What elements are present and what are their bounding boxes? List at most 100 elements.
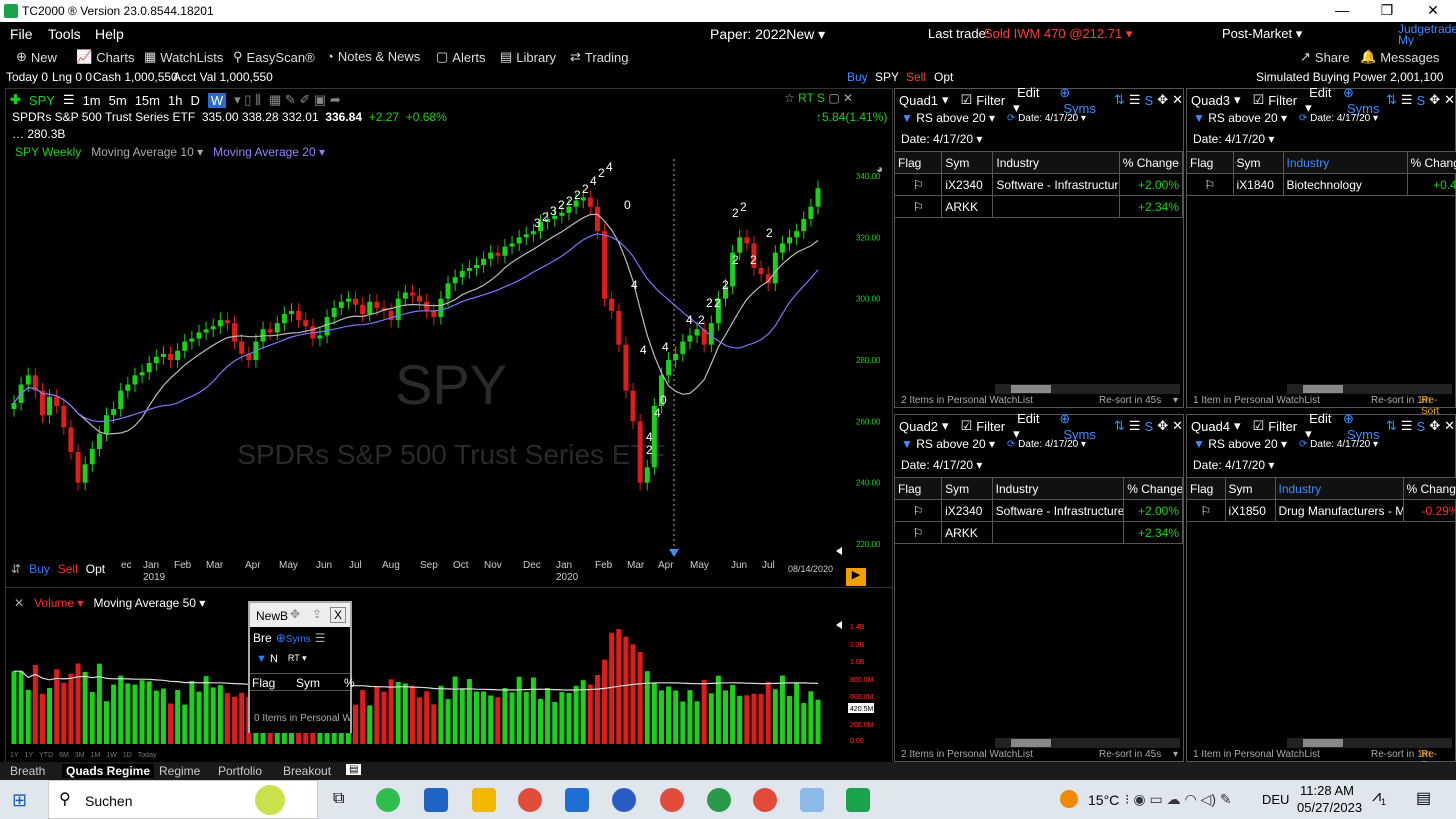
range-button[interactable]: YTD (39, 752, 53, 759)
close-icon[interactable]: ✕ (1444, 92, 1455, 108)
ma20-label[interactable]: Moving Average 20 ▾ (213, 145, 325, 159)
resort-timer[interactable]: Re-sort in 45s (1099, 749, 1161, 760)
tab-portfolio[interactable]: Portfolio (218, 764, 262, 778)
weather-icon[interactable] (1060, 790, 1078, 808)
maximize-button[interactable]: ❐ (1367, 2, 1407, 19)
session-selector[interactable]: Post-Market ▾ (1222, 26, 1302, 42)
notification-badge-icon[interactable]: ⩘1 (1372, 788, 1386, 807)
tc2000-taskbar-icon[interactable] (846, 788, 870, 812)
sell-button[interactable]: Sell (906, 70, 926, 84)
palette-icon[interactable]: ◕ (876, 162, 883, 176)
date-filter-small[interactable]: ⟳ Date: 4/17/20 ▾ (1007, 439, 1086, 450)
language-indicator[interactable]: DEU (1262, 792, 1289, 807)
timeframe-5m[interactable]: 5m (109, 93, 127, 108)
new-tab-icon[interactable]: ▤ (346, 764, 362, 775)
menu-icon[interactable]: ☰ (1129, 92, 1141, 108)
floating-watchlist[interactable]: NewB ✥ ⇪ X Bre ⊕Syms ☰ ▼ N RT ▾ Flag Sym… (248, 601, 355, 733)
range-button[interactable]: 1D (123, 752, 132, 759)
timeframe-d[interactable]: D (190, 93, 199, 108)
chart-type-icon[interactable]: ▾ ▯ ⫼ (234, 92, 261, 108)
range-button[interactable]: 1Y (10, 752, 19, 759)
tab-breakout[interactable]: Breakout (283, 764, 331, 778)
quad-panel-2[interactable]: Quad3 ▾ ☑ Filter Edit ▾ ⊕ Syms ⇅ ☰ S ✥ ✕ ▼… (1186, 85, 1456, 417)
chrome-profile-2-icon[interactable] (707, 788, 731, 812)
col-sym[interactable]: Sym (941, 477, 993, 500)
new-button[interactable]: ⊕ New (16, 49, 57, 65)
whatsapp-icon[interactable] (376, 788, 400, 812)
resort-dropdown[interactable]: ▾ (1173, 749, 1178, 760)
date-filter-small[interactable]: ⟳ Date: 4/17/20 ▾ (1299, 113, 1378, 124)
timeframe-1m[interactable]: 1m (83, 93, 101, 108)
alerts-button[interactable]: ▢ Alerts (436, 49, 486, 65)
flag-icon[interactable]: ⚐ (1187, 173, 1234, 196)
volume-chart[interactable]: 1.4B 1.2B 1.0B 800.0M 600.0M 420.5M 200.0M 0.00 (6, 609, 892, 749)
price-chart[interactable]: 340.00320.00300.00280.00260.00240.00220.… (6, 159, 892, 559)
floating-menu-icon[interactable]: ☰ (315, 631, 326, 645)
range-button[interactable]: 3M (75, 752, 85, 759)
minimize-button[interactable]: — (1322, 2, 1362, 18)
col-sym[interactable]: Sym (1225, 477, 1276, 500)
quad-panel-4[interactable]: Quad4 ▾ ☑ Filter Edit ▾ ⊕ Syms ⇅ ☰ S ✥ ✕ ▼… (1186, 411, 1456, 771)
ma10-label[interactable]: Moving Average 10 ▾ (91, 145, 203, 159)
quad-title[interactable]: Quad4 (1191, 419, 1230, 434)
file-explorer-icon[interactable] (472, 788, 496, 812)
timeframe-1h[interactable]: 1h (168, 93, 182, 108)
clock-date[interactable]: 05/27/2023 (1297, 800, 1362, 815)
col-change[interactable]: % Chang (1407, 151, 1456, 174)
tab-regime[interactable]: Regime (159, 764, 200, 778)
range-button[interactable]: 6M (59, 752, 69, 759)
tray-icons[interactable]: ⁝ ◉ ▭ ☁ ◠ ◁) ✎ (1125, 791, 1232, 808)
chrome-icon[interactable] (518, 788, 542, 812)
s-icon[interactable]: S (1417, 419, 1426, 434)
flag-icon[interactable]: ⚐ (895, 499, 943, 522)
chart-opt-button[interactable]: Opt (86, 562, 105, 576)
s-icon[interactable]: S (1145, 93, 1154, 108)
menu-help[interactable]: Help (95, 26, 124, 42)
volume-ma-label[interactable]: Moving Average 50 ▾ (93, 596, 205, 610)
move-icon[interactable]: ✥ (1429, 92, 1440, 108)
col-sym[interactable]: Sym (941, 151, 994, 174)
quad-title[interactable]: Quad2 (899, 419, 938, 434)
search-box[interactable]: ⚲ Suchen (48, 780, 318, 819)
filter-checkbox[interactable]: ☑ (1253, 92, 1265, 108)
rs-filter[interactable]: ▼ RS above 20 ▾ (1193, 111, 1287, 125)
col-sym[interactable]: Sym (1233, 151, 1284, 174)
move-icon[interactable]: ✥ (1157, 418, 1168, 434)
menu-icon[interactable]: ☰ (1401, 418, 1413, 434)
col-industry[interactable]: Industry (1283, 151, 1408, 174)
library-button[interactable]: ▤ Library (500, 49, 556, 65)
chrome-profile-3-icon[interactable] (753, 788, 777, 812)
layout-selector[interactable]: Paper: 2022New ▾ (710, 26, 825, 43)
close-icon[interactable]: ✕ (1172, 92, 1183, 108)
charts-button[interactable]: 📈 Charts (76, 49, 134, 65)
s-icon[interactable]: S (1145, 419, 1154, 434)
col-industry[interactable]: Industry (992, 151, 1120, 174)
trading-button[interactable]: ⇄ Trading (570, 49, 629, 65)
order-icon[interactable]: ⇵ (11, 562, 21, 576)
horizontal-scrollbar[interactable] (1287, 738, 1452, 748)
clock-time[interactable]: 11:28 AM (1300, 783, 1354, 798)
drawing-tools-icon[interactable]: ▦ ✎ ✐ ▣ ➦ (269, 92, 341, 108)
resort-dropdown[interactable]: ▾ (1173, 395, 1178, 406)
range-button[interactable]: 1M (91, 752, 101, 759)
move-icon[interactable]: ✥ (1429, 418, 1440, 434)
col-industry[interactable]: Industry (1275, 477, 1404, 500)
quad-title[interactable]: Quad1 (899, 93, 938, 108)
chart-sell-button[interactable]: Sell (58, 562, 78, 576)
quad-panel-3[interactable]: Quad2 ▾ ☑ Filter Edit ▾ ⊕ Syms ⇅ ☰ S ✥ ✕ ▼… (894, 411, 1184, 762)
horizontal-scrollbar[interactable] (995, 384, 1180, 394)
tab-breath[interactable]: Breath (10, 764, 45, 778)
task-view-icon[interactable]: ⧉ (333, 790, 344, 808)
chart-pane[interactable]: ✚ SPY ☰ 1m 5m 15m 1h D W ▾ ▯ ⫼ ▦ ✎ ✐ ▣ ➦… (5, 88, 893, 763)
filter-checkbox[interactable]: ☑ (961, 92, 973, 108)
table-row[interactable]: ⚐ iX1850 Drug Manufacturers - M -0.29% (1187, 499, 1456, 522)
menu-file[interactable]: File (10, 26, 33, 42)
move-icon[interactable]: ✥ (290, 607, 300, 621)
flag-icon[interactable]: ⚐ (1187, 499, 1226, 522)
notes-news-button[interactable]: ◔ Notes & News (326, 49, 420, 64)
table-row[interactable]: ⚐ ARKK +2.34% (895, 195, 1184, 218)
floating-syms-button[interactable]: ⊕Syms (276, 631, 311, 645)
table-row[interactable]: ⚐ iX2340 Software - Infrastructure +2.00% (895, 499, 1183, 522)
flag-icon[interactable]: ⚐ (895, 195, 943, 218)
table-row[interactable]: ⚐ ARKK +2.34% (895, 521, 1183, 544)
